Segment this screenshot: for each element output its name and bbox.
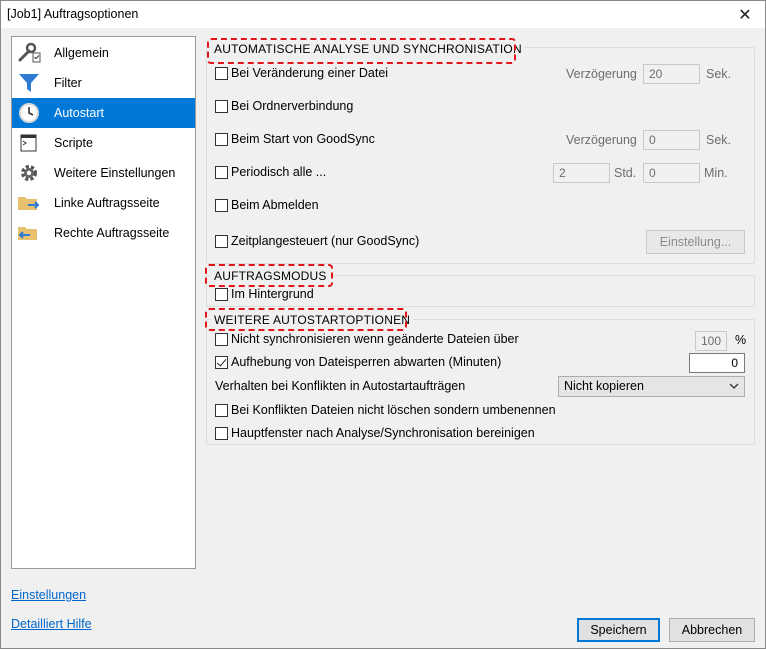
chevron-down-icon xyxy=(729,378,739,397)
sidebar-item-linke-auftragsseite[interactable]: Linke Auftragsseite xyxy=(12,188,195,218)
folder-left-arrow-icon xyxy=(17,222,41,244)
no-sync-changed-checkbox[interactable] xyxy=(215,333,228,346)
sidebar-item-rechte-auftragsseite[interactable]: Rechte Auftragsseite xyxy=(12,218,195,248)
periodic-minutes-input[interactable]: 0 xyxy=(643,163,700,183)
background-label: Im Hintergrund xyxy=(231,287,314,301)
hours-unit: Std. xyxy=(614,166,637,180)
sidebar-item-weitere-einstellungen[interactable]: Weitere Einstellungen xyxy=(12,158,195,188)
sidebar-item-label: Scripte xyxy=(54,136,93,150)
window-title: [Job1] Auftragsoptionen xyxy=(7,7,139,21)
periodic-checkbox[interactable] xyxy=(215,166,228,179)
close-icon: ✕ xyxy=(738,6,752,24)
delay-label: Verzögerung xyxy=(566,67,637,81)
folder-connect-checkbox[interactable] xyxy=(215,100,228,113)
sidebar-item-scripte[interactable]: Scripte xyxy=(12,128,195,158)
analysis-title-highlight xyxy=(207,38,516,64)
file-change-checkbox[interactable] xyxy=(215,67,228,80)
delay-input[interactable]: 20 xyxy=(643,64,700,84)
sidebar-item-label: Autostart xyxy=(54,106,105,120)
wait-locks-checkbox[interactable] xyxy=(215,356,228,369)
conflict-behavior-label: Verhalten bei Konflikten in Autostartauf… xyxy=(215,379,466,393)
minutes-unit: Min. xyxy=(704,166,728,180)
delay-unit: Sek. xyxy=(706,67,732,81)
delay-label: Verzögerung xyxy=(566,133,637,147)
clean-main-window-checkbox[interactable] xyxy=(215,427,228,440)
clean-main-window-label: Hauptfenster nach Analyse/Synchronisatio… xyxy=(231,426,535,440)
close-button[interactable]: ✕ xyxy=(725,1,765,28)
sidebar-item-filter[interactable]: Filter xyxy=(12,68,195,98)
scheduled-checkbox[interactable] xyxy=(215,235,228,248)
terminal-icon xyxy=(17,132,41,154)
periodic-label: Periodisch alle ... xyxy=(231,165,327,179)
goodsync-start-checkbox[interactable] xyxy=(215,133,228,146)
background-checkbox[interactable] xyxy=(215,288,228,301)
conflict-behavior-select[interactable]: Nicht kopieren xyxy=(558,376,745,397)
sidebar-item-label: Linke Auftragsseite xyxy=(54,196,160,210)
folder-right-arrow-icon xyxy=(17,192,41,214)
rename-conflicts-label: Bei Konflikten Dateien nicht löschen son… xyxy=(231,403,556,417)
logoff-label: Beim Abmelden xyxy=(231,198,319,212)
wrench-icon xyxy=(17,42,41,64)
delay-input[interactable]: 0 xyxy=(643,130,700,150)
clock-icon xyxy=(17,102,41,124)
goodsync-start-label: Beim Start von GoodSync xyxy=(231,132,375,146)
funnel-icon xyxy=(17,72,41,94)
sidebar: Allgemein Filter Autostart Scripte Weite… xyxy=(11,36,196,569)
help-link[interactable]: Detailliert Hilfe xyxy=(11,617,92,631)
cancel-button[interactable]: Abbrechen xyxy=(669,618,755,642)
delay-unit: Sek. xyxy=(706,133,732,147)
logoff-checkbox[interactable] xyxy=(215,199,228,212)
options-dialog: [Job1] Auftragsoptionen ✕ Allgemein Filt… xyxy=(0,0,766,649)
periodic-hours-input[interactable]: 2 xyxy=(553,163,610,183)
sidebar-item-label: Weitere Einstellungen xyxy=(54,166,176,180)
sidebar-item-label: Rechte Auftragsseite xyxy=(54,226,170,240)
sidebar-item-label: Filter xyxy=(54,76,82,90)
scheduled-label: Zeitplangesteuert (nur GoodSync) xyxy=(231,234,420,248)
save-button[interactable]: Speichern xyxy=(577,618,660,642)
rename-conflicts-checkbox[interactable] xyxy=(215,404,228,417)
wait-locks-input[interactable]: 0 xyxy=(689,353,745,373)
gear-icon xyxy=(17,162,41,184)
more-options-title-highlight xyxy=(205,308,407,331)
wait-locks-label: Aufhebung von Dateisperren abwarten (Min… xyxy=(231,355,502,369)
no-sync-changed-label: Nicht synchronisieren wenn geänderte Dat… xyxy=(231,332,519,346)
sidebar-item-label: Allgemein xyxy=(54,46,109,60)
file-change-label: Bei Veränderung einer Datei xyxy=(231,66,389,80)
job-mode-title-highlight xyxy=(205,264,333,287)
percent-unit: % xyxy=(735,333,747,347)
sidebar-item-allgemein[interactable]: Allgemein xyxy=(12,38,195,68)
sidebar-item-autostart[interactable]: Autostart xyxy=(12,98,195,128)
title-bar: [Job1] Auftragsoptionen ✕ xyxy=(1,1,765,28)
conflict-behavior-value: Nicht kopieren xyxy=(564,379,644,393)
schedule-settings-button[interactable]: Einstellung... xyxy=(646,230,745,254)
percent-input[interactable]: 100 xyxy=(695,331,727,351)
settings-link[interactable]: Einstellungen xyxy=(11,588,86,602)
folder-connect-label: Bei Ordnerverbindung xyxy=(231,99,354,113)
